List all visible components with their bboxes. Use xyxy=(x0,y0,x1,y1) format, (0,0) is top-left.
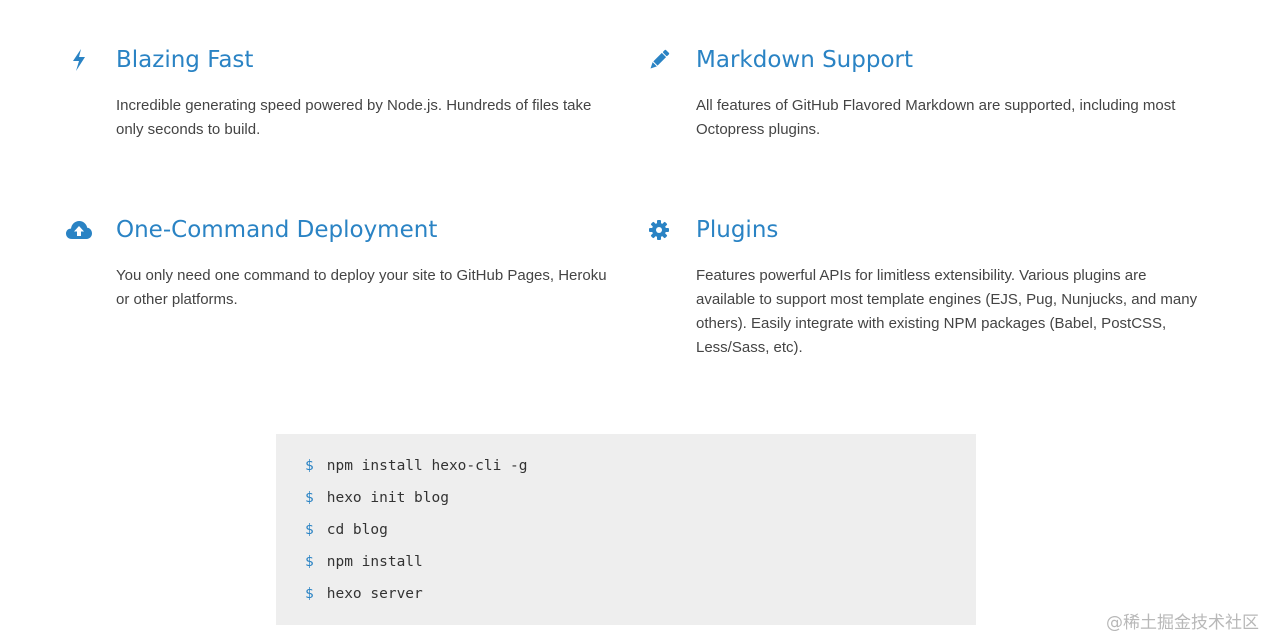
code-line: $ hexo init blog xyxy=(305,488,449,508)
feature-description: Incredible generating speed powered by N… xyxy=(116,97,592,138)
bolt-icon xyxy=(64,45,94,75)
watermark: @稀土掘金技术社区 xyxy=(1106,613,1259,633)
feature-description: You only need one command to deploy your… xyxy=(116,267,607,308)
shell-command: hexo init blog xyxy=(326,490,449,506)
shell-prompt: $ xyxy=(305,458,314,474)
shell-prompt: $ xyxy=(305,522,314,538)
feature-title: Markdown Support xyxy=(696,47,914,73)
gear-icon xyxy=(644,215,674,245)
shell-command: cd blog xyxy=(326,522,388,538)
install-code-block: $ npm install hexo-cli -g $ hexo init blog… xyxy=(276,434,976,625)
feature-title: Plugins xyxy=(696,217,779,243)
shell-prompt: $ xyxy=(305,490,314,506)
code-line: $ cd blog xyxy=(305,520,388,540)
code-line: $ npm install xyxy=(305,552,423,572)
code-line: $ npm install hexo-cli -g xyxy=(305,456,528,476)
feature-title: Blazing Fast xyxy=(116,47,254,73)
shell-prompt: $ xyxy=(305,586,314,602)
feature-title: One-Command Deployment xyxy=(116,217,438,243)
shell-prompt: $ xyxy=(305,554,314,570)
shell-command: hexo server xyxy=(326,586,423,602)
feature-description: Features powerful APIs for limitless ext… xyxy=(696,267,1198,356)
shell-command: npm install xyxy=(326,554,423,570)
code-line: $ hexo server xyxy=(305,584,423,604)
feature-description: All features of GitHub Flavored Markdown… xyxy=(696,97,1176,138)
pencil-icon xyxy=(644,45,674,75)
cloud-upload-icon xyxy=(64,215,94,245)
shell-command: npm install hexo-cli -g xyxy=(326,458,528,474)
